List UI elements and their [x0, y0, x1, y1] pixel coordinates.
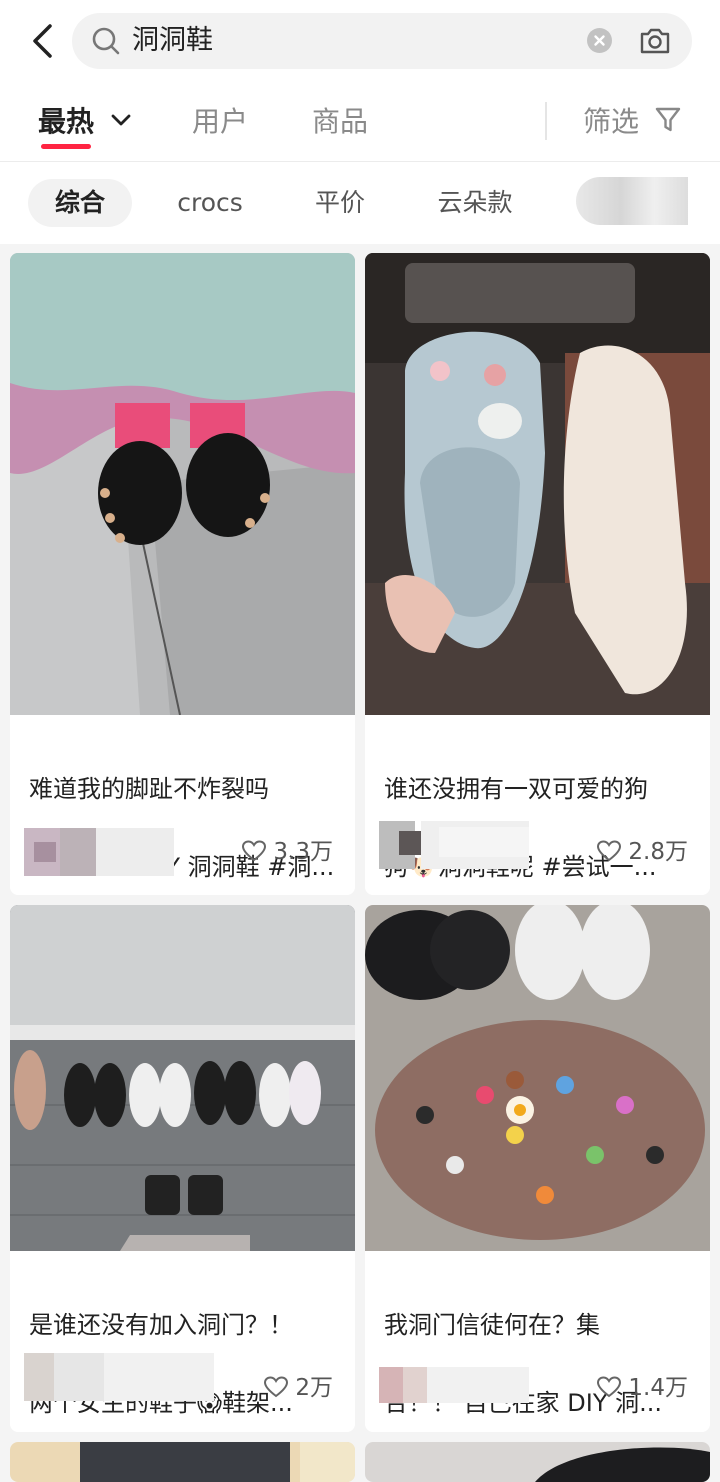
camera-icon[interactable] — [638, 25, 672, 57]
filter-label: 筛选 — [583, 105, 640, 138]
note-card[interactable]: 难道我的脚趾不炸裂吗 #crocs #DIY 洞洞鞋 #洞... 3.3万 — [10, 253, 355, 895]
avatar-blurred[interactable] — [24, 828, 174, 876]
note-card[interactable]: 是谁还没有加入洞门？！ 两个女生的鞋子😱鞋架... 2万 — [10, 905, 355, 1432]
like-count[interactable]: 2万 — [263, 1372, 333, 1404]
avatar-blurred[interactable] — [24, 1353, 214, 1401]
heart-icon — [597, 1376, 622, 1398]
note-title-line: 我洞门信徒何在？集 — [384, 1311, 600, 1339]
chip-cloud[interactable]: 云朵款 — [420, 179, 530, 227]
sort-tabs: 最热 用户 商品 筛选 — [0, 82, 720, 162]
note-card[interactable]: 谁还没拥有一双可爱的狗 狗🐶洞洞鞋呢 #尝试一... 2.8万 — [365, 253, 710, 895]
heart-icon — [264, 1376, 289, 1398]
chip-blurred[interactable] — [576, 177, 688, 225]
search-box[interactable]: 洞洞鞋 — [72, 13, 692, 69]
tab-users[interactable]: 用户 — [192, 102, 248, 142]
search-query[interactable]: 洞洞鞋 — [132, 23, 213, 59]
chip-crocs[interactable]: crocs — [160, 179, 260, 227]
active-tab-indicator — [41, 144, 91, 149]
chip-all[interactable]: 综合 — [28, 179, 132, 227]
like-count-value: 1.4万 — [628, 1375, 688, 1401]
like-count-value: 2.8万 — [628, 839, 688, 865]
note-title-line: 谁还没拥有一双可爱的狗 — [384, 775, 648, 803]
like-count[interactable]: 2.8万 — [596, 836, 688, 868]
filter-button[interactable]: 筛选 — [583, 102, 682, 142]
note-title-line: 难道我的脚趾不炸裂吗 — [29, 775, 269, 803]
note-card[interactable]: 我洞门信徒何在？集 合！！ 自己在家 DIY 洞... 1.4万 — [365, 905, 710, 1432]
like-count[interactable]: 3.3万 — [241, 836, 333, 868]
note-card[interactable] — [365, 1442, 710, 1482]
tab-divider — [545, 102, 547, 140]
heart-icon — [242, 840, 267, 862]
note-image — [10, 1442, 355, 1482]
note-title: 谁还没拥有一双可爱的狗 狗🐶洞洞鞋呢 #尝试一... — [384, 731, 657, 895]
note-title: 是谁还没有加入洞门？！ 两个女生的鞋子😱鞋架... — [29, 1267, 293, 1432]
note-image — [10, 253, 355, 715]
note-card[interactable] — [10, 1442, 355, 1482]
tab-goods[interactable]: 商品 — [312, 102, 368, 142]
heart-icon — [597, 840, 622, 862]
top-bar: 洞洞鞋 — [0, 0, 720, 82]
chip-cheap[interactable]: 平价 — [295, 179, 385, 227]
like-count-value: 3.3万 — [273, 839, 333, 865]
note-image — [365, 905, 710, 1251]
like-count[interactable]: 1.4万 — [596, 1372, 688, 1404]
avatar-blurred[interactable] — [379, 1367, 529, 1415]
note-image — [10, 905, 355, 1251]
filter-chips: 综合 crocs 平价 云朵款 — [0, 162, 720, 244]
avatar-blurred[interactable] — [379, 821, 529, 869]
back-arrow-icon[interactable] — [26, 18, 62, 64]
search-icon — [92, 27, 120, 55]
like-count-value: 2万 — [295, 1375, 333, 1401]
tab-hot-label: 最热 — [38, 105, 95, 138]
tab-hot[interactable]: 最热 — [38, 102, 132, 142]
note-image — [365, 1442, 710, 1482]
chevron-down-icon — [111, 114, 131, 126]
filter-icon — [655, 107, 681, 132]
note-image — [365, 253, 710, 715]
note-title-line: 是谁还没有加入洞门？！ — [29, 1311, 293, 1339]
clear-icon[interactable] — [587, 28, 612, 53]
